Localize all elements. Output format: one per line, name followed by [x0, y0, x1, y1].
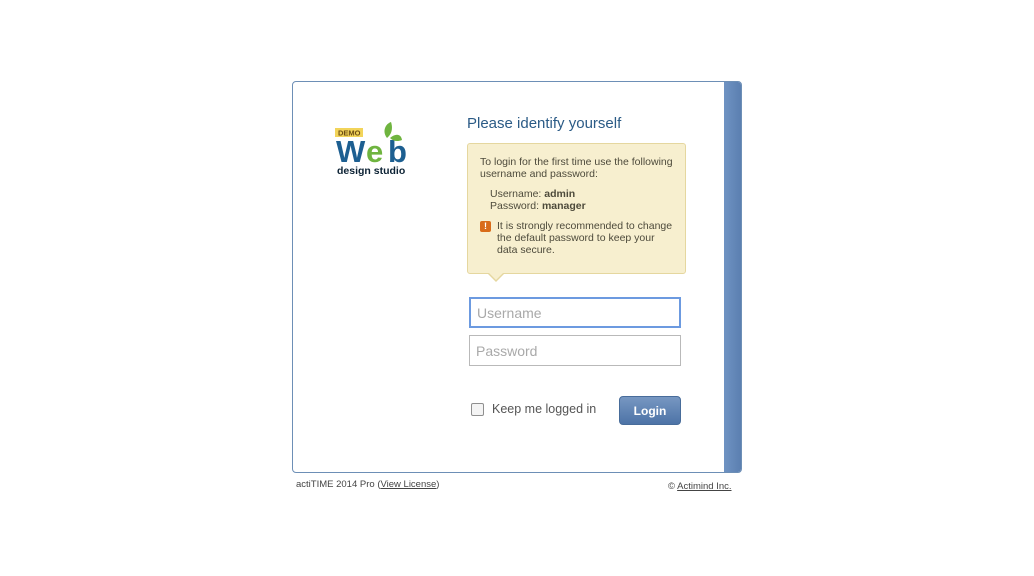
product-footer: actiTIME 2014 Pro (View License) [296, 479, 440, 490]
warning-icon: ! [480, 221, 491, 232]
username-credential: Username: admin [490, 188, 675, 200]
company-link[interactable]: Actimind Inc. [677, 481, 731, 492]
logo-subtitle: design studio [337, 165, 405, 177]
default-credentials: Username: admin Password: manager [480, 188, 675, 212]
page-title: Please identify yourself [467, 115, 622, 132]
svg-text:e: e [366, 134, 383, 169]
security-warning: ! It is strongly recommended to change t… [480, 220, 675, 256]
password-input[interactable] [469, 335, 681, 366]
side-accent-band [724, 82, 741, 472]
username-credential-label: Username: [490, 188, 542, 200]
product-name: actiTIME 2014 Pro [296, 479, 375, 490]
first-login-info: To login for the first time use the foll… [467, 143, 686, 282]
password-credential-label: Password: [490, 200, 540, 212]
copyright-footer: © Actimind Inc. [668, 481, 732, 492]
svg-text:W: W [336, 134, 366, 169]
login-panel: DEMO W e b design studio Please identify… [292, 81, 742, 473]
warning-text: It is strongly recommended to change the… [497, 220, 673, 256]
username-credential-value: admin [544, 188, 576, 200]
login-button[interactable]: Login [619, 396, 681, 425]
keep-logged-in-label[interactable]: Keep me logged in [492, 402, 596, 416]
keep-logged-in-row[interactable]: Keep me logged in [471, 402, 596, 416]
keep-logged-in-checkbox[interactable] [471, 402, 484, 416]
password-credential: Password: manager [490, 200, 675, 212]
password-credential-value: manager [541, 200, 586, 212]
copyright-symbol: © [668, 481, 675, 492]
username-input[interactable] [469, 297, 681, 328]
view-license-link[interactable]: View License [380, 479, 436, 490]
company-logo: DEMO W e b design studio [335, 122, 407, 177]
info-intro: To login for the first time use the foll… [480, 156, 673, 180]
